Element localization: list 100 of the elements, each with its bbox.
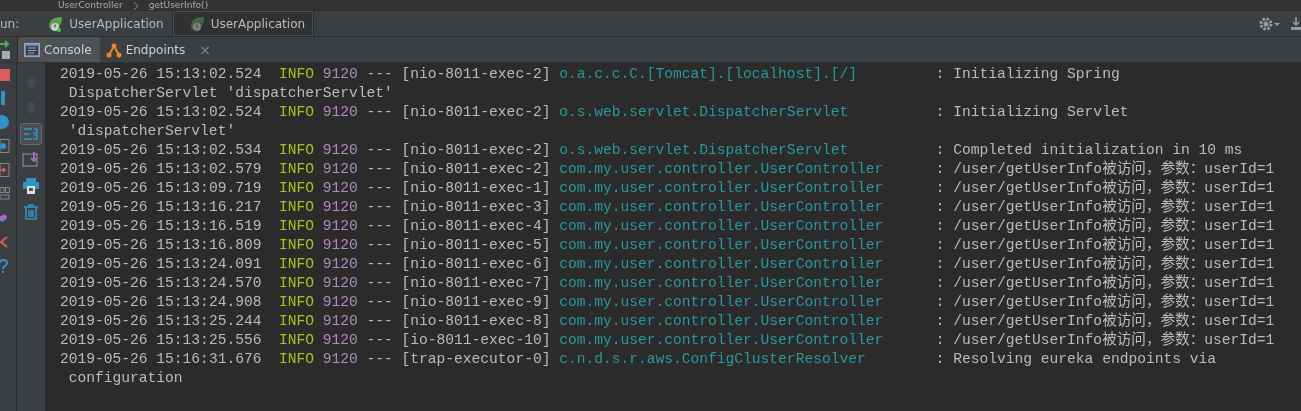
log-separator: --- — [366, 103, 393, 122]
log-level: INFO — [278, 217, 314, 236]
thread-name: [nio-8011-exec-7] — [401, 274, 551, 293]
log-timestamp: 2019-05-26 15:13:16.809 — [60, 236, 262, 255]
process-id: 9120 — [322, 179, 358, 198]
log-separator: --- — [366, 217, 393, 236]
breadcrumb-item[interactable]: getUserInfo() — [148, 0, 209, 10]
logger-name: c.n.d.s.r.aws.ConfigClusterResolver — [559, 350, 867, 369]
download-icon[interactable] — [1290, 15, 1301, 32]
log-level: INFO — [278, 331, 314, 350]
log-timestamp: 2019-05-26 15:13:16.519 — [60, 217, 262, 236]
thread-name: [nio-8011-exec-3] — [401, 198, 551, 217]
process-id: 9120 — [322, 160, 358, 179]
log-timestamp: 2019-05-26 15:13:16.217 — [60, 198, 262, 217]
log-level: INFO — [278, 312, 314, 331]
log-message: : /user/getUserInfo被访问，参数：userId=1 — [935, 274, 1275, 293]
thread-name: [nio-8011-exec-4] — [401, 217, 551, 236]
log-message: : /user/getUserInfo被访问，参数：userId=1 — [935, 312, 1275, 331]
logger-name: com.my.user.controller.UserController — [559, 293, 885, 312]
log-message: : /user/getUserInfo被访问，参数：userId=1 — [935, 331, 1275, 350]
log-message: configuration — [68, 369, 183, 388]
log-message: : /user/getUserInfo被访问，参数：userId=1 — [935, 293, 1275, 312]
print-icon[interactable] — [20, 175, 42, 197]
log-level: INFO — [278, 65, 314, 84]
log-level: INFO — [278, 141, 314, 160]
exit-icon[interactable] — [0, 163, 10, 177]
run-tab[interactable]: UserApplication — [172, 11, 315, 36]
log-separator: --- — [366, 198, 393, 217]
process-id: 9120 — [322, 274, 358, 293]
log-separator: --- — [366, 350, 393, 369]
process-id: 9120 — [322, 255, 358, 274]
logger-name: o.s.web.servlet.DispatcherServlet — [559, 103, 850, 122]
log-message: 'dispatcherServlet' — [68, 122, 236, 141]
thread-name: [nio-8011-exec-2] — [401, 65, 551, 84]
log-message: : Resolving eureka endpoints via — [935, 350, 1216, 369]
log-timestamp: 2019-05-26 15:13:02.524 — [60, 65, 262, 84]
log-message: : Initializing Spring — [935, 65, 1120, 84]
log-separator: --- — [366, 141, 393, 160]
log-message: : /user/getUserInfo被访问，参数：userId=1 — [935, 255, 1275, 274]
process-id: 9120 — [322, 103, 358, 122]
log-separator: --- — [366, 331, 393, 350]
close-icon[interactable] — [0, 235, 10, 249]
log-level: INFO — [278, 350, 314, 369]
thread-name: [trap-executor-0] — [401, 350, 551, 369]
log-level: INFO — [278, 103, 314, 122]
run-tab[interactable]: UserApplication — [31, 11, 173, 36]
log-level: INFO — [278, 198, 314, 217]
logger-name: com.my.user.controller.UserController — [559, 255, 885, 274]
log-timestamp: 2019-05-26 15:16:31.676 — [60, 350, 262, 369]
process-id: 9120 — [322, 312, 358, 331]
log-timestamp: 2019-05-26 15:13:02.524 — [60, 103, 262, 122]
panel-tab[interactable]: Endpoints × — [99, 37, 220, 62]
help-icon[interactable] — [0, 259, 10, 273]
log-timestamp: 2019-05-26 15:13:02.579 — [60, 160, 262, 179]
chevron-icon — [132, 2, 139, 10]
log-separator: --- — [366, 293, 393, 312]
thread-name: [nio-8011-exec-2] — [401, 141, 551, 160]
log-level: INFO — [278, 255, 314, 274]
log-timestamp: 2019-05-26 15:13:24.570 — [60, 274, 262, 293]
logger-name: o.s.web.servlet.DispatcherServlet — [559, 141, 850, 160]
log-message: : /user/getUserInfo被访问，参数：userId=1 — [935, 160, 1275, 179]
nodes-icon — [105, 41, 122, 58]
log-message: : /user/getUserInfo被访问，参数：userId=1 — [935, 179, 1275, 198]
log-level: INFO — [278, 179, 314, 198]
process-id: 9120 — [322, 141, 358, 160]
logger-name: com.my.user.controller.UserController — [559, 217, 885, 236]
layout-icon[interactable] — [0, 187, 10, 201]
breadcrumb-item[interactable]: UserController — [58, 0, 123, 10]
log-separator: --- — [366, 274, 393, 293]
thread-name: [nio-8011-exec-6] — [401, 255, 551, 274]
thread-name: [nio-8011-exec-5] — [401, 236, 551, 255]
logger-name: com.my.user.controller.UserController — [559, 274, 885, 293]
thread-name: [nio-8011-exec-8] — [401, 312, 551, 331]
thread-name: [nio-8011-exec-2] — [401, 160, 551, 179]
logger-name: com.my.user.controller.UserController — [559, 312, 885, 331]
log-message: : /user/getUserInfo被访问，参数：userId=1 — [935, 217, 1275, 236]
thread-name: [nio-8011-exec-1] — [401, 179, 551, 198]
logger-name: com.my.user.controller.UserController — [559, 198, 885, 217]
log-message: : Initializing Servlet — [935, 103, 1129, 122]
panel-tab[interactable]: Console — [18, 37, 100, 62]
soft-wrap-icon[interactable] — [20, 123, 42, 145]
rerun-icon[interactable] — [0, 39, 10, 60]
logger-name: com.my.user.controller.UserController — [559, 179, 885, 198]
logger-name: com.my.user.controller.UserController — [559, 236, 885, 255]
log-timestamp: 2019-05-26 15:13:25.244 — [60, 312, 262, 331]
settings-icon[interactable] — [1258, 15, 1282, 32]
process-id: 9120 — [322, 65, 358, 84]
process-id: 9120 — [322, 331, 358, 350]
log-separator: --- — [366, 65, 393, 84]
log-separator: --- — [366, 160, 393, 179]
process-id: 9120 — [322, 217, 358, 236]
log-message: : Completed initialization in 10 ms — [935, 141, 1243, 160]
process-id: 9120 — [322, 236, 358, 255]
log-message: : /user/getUserInfo被访问，参数：userId=1 — [935, 236, 1275, 255]
log-separator: --- — [366, 179, 393, 198]
logger-name: com.my.user.controller.UserController — [559, 331, 885, 350]
console-icon — [24, 42, 40, 57]
run-label: un: — [0, 16, 21, 31]
process-id: 9120 — [322, 198, 358, 217]
thread-name: [nio-8011-exec-9] — [401, 293, 551, 312]
